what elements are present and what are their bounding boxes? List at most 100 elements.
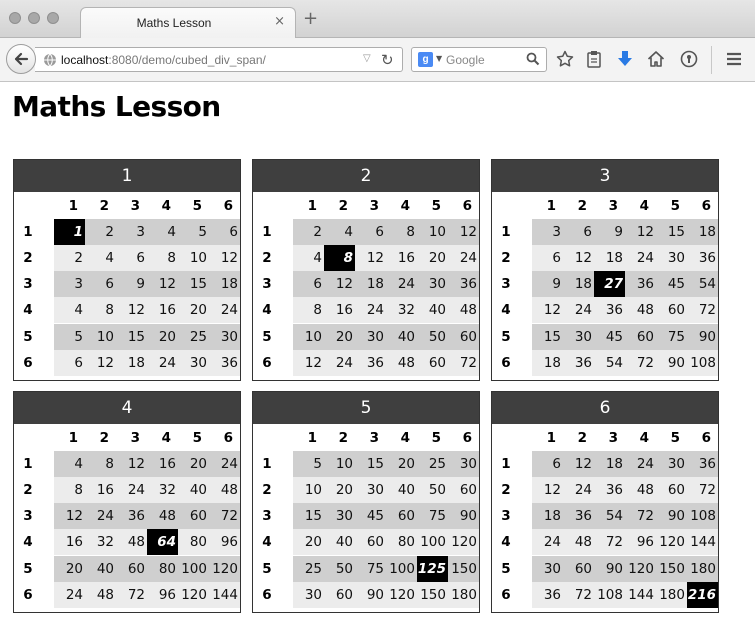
- product-cell: 48: [625, 477, 656, 504]
- column-header: 4: [639, 198, 649, 214]
- clipboard-icon[interactable]: [586, 50, 602, 68]
- nav-bar: localhost:8080/demo/cubed_div_span/ ▽ ↻ …: [0, 38, 755, 82]
- row-header: 6: [23, 586, 33, 603]
- globe-icon: [44, 53, 56, 67]
- download-icon[interactable]: [617, 50, 633, 68]
- row-header: 2: [23, 250, 33, 267]
- product-cell: 72: [116, 581, 147, 608]
- product-cell: 12: [355, 245, 386, 272]
- column-header: 4: [161, 430, 171, 446]
- product-cell: 30: [563, 323, 594, 350]
- product-cell: 54: [687, 271, 718, 298]
- column-header: 6: [223, 430, 233, 446]
- product-cell: 60: [625, 323, 656, 350]
- product-cell: 8: [85, 451, 116, 478]
- product-cell: 15: [355, 451, 386, 478]
- menu-icon[interactable]: [725, 50, 743, 68]
- product-cell: 90: [594, 555, 625, 582]
- product-cell: 45: [355, 503, 386, 530]
- product-cell: 30: [355, 323, 386, 350]
- product-cell: 8: [147, 245, 178, 272]
- table-header: 1: [14, 160, 240, 192]
- row-header: 2: [23, 482, 33, 499]
- product-cell: 36: [209, 349, 240, 376]
- window-zoom-button[interactable]: [47, 12, 59, 24]
- cube-value-cell: 64: [147, 529, 178, 556]
- row-header: 6: [501, 354, 511, 371]
- search-bar[interactable]: g ▼ Google: [411, 47, 547, 72]
- back-arrow-icon: [14, 52, 29, 66]
- row-header: 3: [23, 276, 33, 293]
- product-cell: 8: [85, 297, 116, 324]
- product-cell: 60: [324, 581, 355, 608]
- column-header: 5: [192, 430, 202, 446]
- cube-value-cell: 1: [54, 219, 85, 246]
- back-button[interactable]: [6, 44, 36, 74]
- product-cell: 72: [625, 349, 656, 376]
- chevron-down-icon[interactable]: ▼: [436, 54, 442, 63]
- product-cell: 36: [594, 297, 625, 324]
- window-minimize-button[interactable]: [28, 12, 40, 24]
- column-header: 5: [431, 430, 441, 446]
- product-cell: 24: [54, 581, 85, 608]
- product-cell: 5: [178, 219, 209, 246]
- toolbar-divider: [711, 46, 712, 74]
- row-header: 1: [23, 224, 33, 241]
- product-cell: 12: [147, 271, 178, 298]
- product-cell: 24: [209, 451, 240, 478]
- product-cell: 25: [417, 451, 448, 478]
- column-header: 3: [369, 198, 379, 214]
- product-cell: 36: [625, 271, 656, 298]
- privacy-icon[interactable]: [680, 50, 698, 68]
- product-cell: 25: [178, 323, 209, 350]
- product-cell: 3: [116, 219, 147, 246]
- product-cell: 2: [293, 219, 324, 246]
- product-cell: 24: [147, 349, 178, 376]
- product-cell: 20: [324, 477, 355, 504]
- star-icon[interactable]: [556, 50, 574, 68]
- product-cell: 16: [147, 451, 178, 478]
- product-cell: 144: [687, 529, 718, 556]
- row-header: 3: [23, 508, 33, 525]
- product-cell: 80: [178, 529, 209, 556]
- product-cell: 32: [85, 529, 116, 556]
- product-cell: 16: [324, 297, 355, 324]
- reload-icon[interactable]: ↻: [381, 51, 394, 69]
- window-close-button[interactable]: [9, 12, 21, 24]
- column-header: 1: [68, 430, 78, 446]
- new-tab-button[interactable]: +: [303, 10, 318, 28]
- url-text[interactable]: localhost:8080/demo/cubed_div_span/: [61, 53, 266, 67]
- row-header: 2: [501, 482, 511, 499]
- product-cell: 36: [687, 245, 718, 272]
- column-header: 6: [462, 430, 472, 446]
- search-icon[interactable]: [526, 52, 540, 66]
- product-cell: 15: [178, 271, 209, 298]
- search-input[interactable]: Google: [446, 53, 485, 67]
- search-engine-icon[interactable]: g: [418, 52, 433, 67]
- product-cell: 60: [656, 477, 687, 504]
- row-header: 5: [23, 328, 33, 345]
- product-cell: 12: [116, 297, 147, 324]
- product-cell: 80: [147, 555, 178, 582]
- url-bar[interactable]: localhost:8080/demo/cubed_div_span/ ▽ ↻: [35, 47, 403, 72]
- row-header: 3: [501, 508, 511, 525]
- url-history-dropdown-icon[interactable]: ▽: [363, 53, 371, 64]
- product-cell: 10: [324, 451, 355, 478]
- row-header: 4: [23, 534, 33, 551]
- product-cell: 15: [293, 503, 324, 530]
- product-cell: 80: [386, 529, 417, 556]
- product-cell: 12: [563, 245, 594, 272]
- product-cell: 144: [209, 581, 240, 608]
- home-icon[interactable]: [647, 50, 665, 68]
- product-cell: 180: [656, 581, 687, 608]
- product-cell: 54: [594, 503, 625, 530]
- product-cell: 90: [355, 581, 386, 608]
- product-cell: 20: [54, 555, 85, 582]
- tab-maths-lesson[interactable]: Maths Lesson ×: [80, 7, 296, 38]
- product-cell: 96: [209, 529, 240, 556]
- product-cell: 54: [594, 349, 625, 376]
- tab-close-icon[interactable]: ×: [274, 14, 285, 29]
- product-cell: 30: [178, 349, 209, 376]
- product-cell: 48: [386, 349, 417, 376]
- times-table-2: 2 1 2 3 4 5 6 1 2 4 6 8 10 12 2 4 8 12 16 20 24 3 6 12 18 24 30 36 4…: [252, 159, 480, 381]
